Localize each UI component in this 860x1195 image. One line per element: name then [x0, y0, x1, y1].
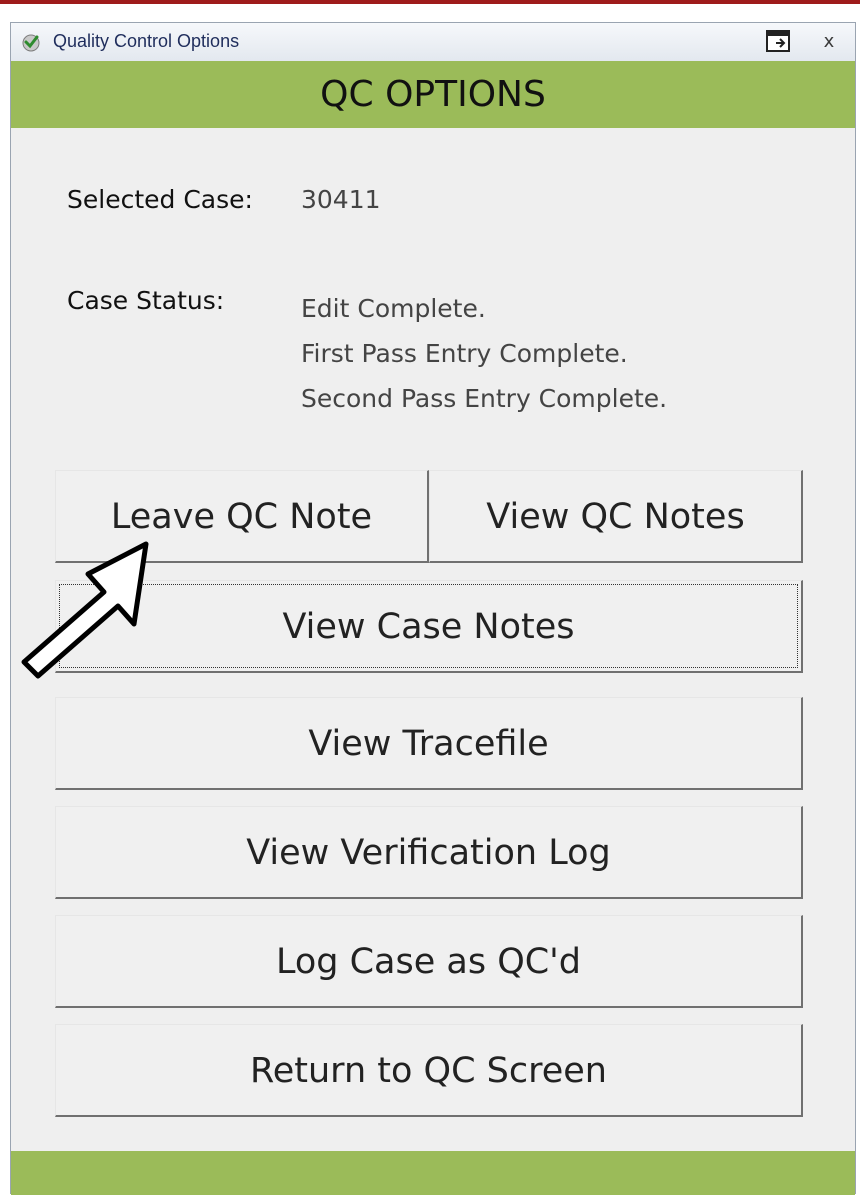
- return-to-qc-screen-label: Return to QC Screen: [250, 1051, 607, 1091]
- leave-qc-note-label: Leave QC Note: [110, 497, 373, 537]
- view-verification-log-label: View Verification Log: [246, 833, 611, 873]
- return-to-qc-screen-button[interactable]: Return to QC Screen: [55, 1024, 803, 1117]
- view-case-notes-button[interactable]: View Case Notes: [55, 580, 803, 673]
- log-case-qcd-button[interactable]: Log Case as QC'd: [55, 915, 803, 1008]
- log-case-qcd-label: Log Case as QC'd: [275, 942, 582, 982]
- view-tracefile-button[interactable]: View Tracefile: [55, 697, 803, 790]
- close-icon[interactable]: x: [814, 27, 844, 57]
- case-status-label: Case Status:: [67, 286, 225, 315]
- selected-case-label: Selected Case:: [67, 185, 253, 214]
- leave-qc-note-button[interactable]: Leave QC Note: [55, 470, 429, 563]
- window-title: Quality Control Options: [53, 31, 240, 51]
- restore-window-icon[interactable]: [766, 30, 790, 52]
- selected-case-value: 30411: [301, 185, 381, 214]
- view-case-notes-label: View Case Notes: [282, 607, 575, 647]
- footer-band: [11, 1151, 855, 1195]
- title-bar[interactable]: Quality Control Options x: [11, 23, 855, 62]
- case-status-value: Edit Complete. First Pass Entry Complete…: [301, 286, 667, 421]
- checkmark-app-icon: [22, 34, 40, 52]
- screen-frame: Quality Control Options x QC OPTIONS Sel…: [0, 0, 860, 1195]
- header-band: QC OPTIONS: [11, 61, 855, 128]
- status-line: Second Pass Entry Complete.: [301, 384, 668, 413]
- page-title: QC OPTIONS: [320, 74, 546, 115]
- status-line: Edit Complete.: [301, 294, 486, 323]
- quality-control-options-window: Quality Control Options x QC OPTIONS Sel…: [10, 22, 856, 1195]
- view-qc-notes-label: View QC Notes: [486, 497, 745, 537]
- view-tracefile-label: View Tracefile: [308, 724, 549, 764]
- view-qc-notes-button[interactable]: View QC Notes: [429, 470, 803, 563]
- view-verification-log-button[interactable]: View Verification Log: [55, 806, 803, 899]
- status-line: First Pass Entry Complete.: [301, 339, 628, 368]
